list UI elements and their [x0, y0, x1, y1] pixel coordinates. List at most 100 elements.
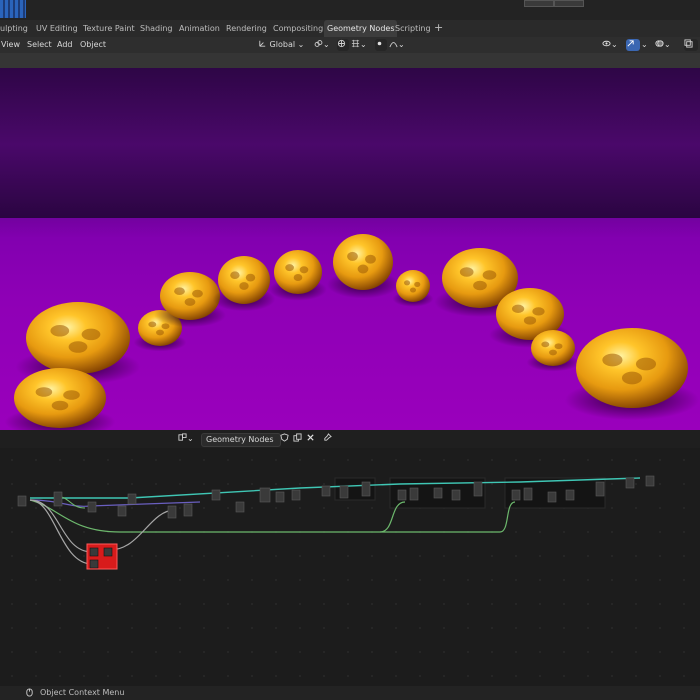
gold-object[interactable] [160, 272, 220, 320]
gold-object[interactable] [576, 328, 688, 408]
snap-toggle[interactable] [337, 39, 349, 51]
surface-bump [230, 271, 240, 280]
node-group-name-field[interactable]: Geometry Nodes [201, 433, 281, 447]
node-editor-header: ⌄ Geometry Nodes [0, 430, 700, 448]
falloff-curve-icon [389, 42, 398, 48]
node[interactable] [275, 491, 285, 503]
node[interactable] [89, 559, 99, 569]
node[interactable] [17, 495, 27, 507]
surface-bump [174, 287, 185, 296]
close-icon [307, 434, 314, 441]
gizmo-dropdown[interactable]: ⌄ [641, 39, 649, 51]
transform-orientation-dropdown[interactable]: Global ⌄ [258, 39, 308, 51]
node[interactable] [397, 489, 407, 501]
menu-select[interactable]: Select [27, 37, 52, 53]
node[interactable] [235, 501, 245, 513]
tab-sculpting[interactable]: ulpting [0, 20, 28, 37]
node[interactable] [321, 485, 331, 497]
tab-geometry-nodes[interactable]: Geometry Nodes [324, 20, 398, 37]
node[interactable] [409, 487, 419, 501]
node[interactable] [183, 503, 193, 517]
window-button[interactable] [524, 0, 554, 7]
node[interactable] [433, 487, 443, 499]
blender-logo-icon [0, 0, 26, 18]
proportional-edit-toggle[interactable] [375, 39, 387, 51]
proportional-falloff-dropdown[interactable]: ⌄ [389, 39, 407, 51]
node[interactable] [451, 489, 461, 501]
node[interactable] [473, 481, 483, 497]
surface-bump [192, 289, 203, 298]
tab-compositing[interactable]: Compositing [273, 20, 323, 37]
node[interactable] [167, 505, 177, 519]
gold-object[interactable] [274, 250, 322, 294]
tab-uv-editing[interactable]: UV Editing [36, 20, 78, 37]
gizmo-arrow-icon [627, 40, 634, 47]
wire [29, 499, 93, 565]
unlink-button[interactable] [306, 433, 316, 445]
node[interactable] [89, 547, 99, 557]
node[interactable] [291, 489, 301, 501]
node[interactable] [339, 485, 349, 499]
node[interactable] [547, 491, 557, 503]
pin-button[interactable] [323, 433, 333, 445]
menu-object[interactable]: Object [80, 37, 106, 53]
gizmo-toggle[interactable] [626, 39, 640, 51]
surface-bump [63, 390, 80, 400]
editor-type-dropdown[interactable]: ⌄ [178, 433, 198, 445]
node[interactable] [625, 477, 635, 489]
pivot-point-dropdown[interactable]: ⌄ [314, 39, 334, 51]
surface-bump [239, 282, 249, 290]
node[interactable] [103, 547, 113, 557]
gold-object[interactable] [396, 270, 430, 302]
surface-bump [245, 273, 256, 282]
node[interactable] [595, 481, 605, 497]
surface-bump [35, 387, 53, 397]
menu-view[interactable]: View [1, 37, 20, 53]
window-button[interactable] [554, 0, 584, 7]
tab-shading[interactable]: Shading [140, 20, 173, 37]
surface-bump [602, 353, 623, 367]
surface-bump [51, 400, 69, 411]
visibility-dropdown[interactable]: ⌄ [602, 39, 622, 51]
node[interactable] [511, 489, 521, 501]
rendered-scene [4, 234, 700, 430]
node[interactable] [645, 475, 655, 487]
snap-element-dropdown[interactable]: ⌄ [351, 39, 373, 51]
node[interactable] [259, 487, 271, 503]
node-editor-canvas[interactable] [0, 448, 700, 686]
node[interactable] [211, 489, 221, 501]
surface-bump [621, 371, 643, 385]
gold-object[interactable] [333, 234, 393, 290]
menu-add[interactable]: Add [57, 37, 73, 53]
top-bar [0, 0, 700, 20]
gold-object[interactable] [531, 330, 575, 366]
duplicate-button[interactable] [293, 433, 303, 445]
workspace-tabs: ulpting UV Editing Texture Paint Shading… [0, 20, 700, 38]
node[interactable] [523, 487, 533, 501]
xray-toggle[interactable] [684, 39, 698, 51]
tab-rendering[interactable]: Rendering [226, 20, 267, 37]
surface-bump [347, 251, 358, 261]
tab-scripting[interactable]: Scripting [395, 20, 431, 37]
node-graph [17, 475, 655, 570]
tab-texture-paint[interactable]: Texture Paint [83, 20, 135, 37]
3d-viewport[interactable] [0, 68, 700, 430]
visibility-eye-icon [602, 40, 611, 47]
node[interactable] [117, 505, 127, 517]
gold-object[interactable] [218, 256, 270, 304]
add-workspace-button[interactable]: + [434, 20, 443, 37]
proportional-dot-icon [377, 41, 382, 46]
snap-magnet-icon [337, 39, 346, 48]
node[interactable] [565, 489, 575, 501]
gold-object[interactable] [26, 302, 130, 374]
surface-bump [50, 325, 70, 337]
tab-animation[interactable]: Animation [179, 20, 220, 37]
overlays-dropdown[interactable]: ⌄ [655, 39, 675, 51]
node[interactable] [361, 481, 371, 497]
gold-object[interactable] [14, 368, 106, 428]
node[interactable] [87, 501, 97, 513]
node[interactable] [53, 491, 63, 507]
fake-user-toggle[interactable] [280, 433, 290, 445]
surface-bump [523, 316, 537, 325]
node[interactable] [127, 493, 137, 505]
